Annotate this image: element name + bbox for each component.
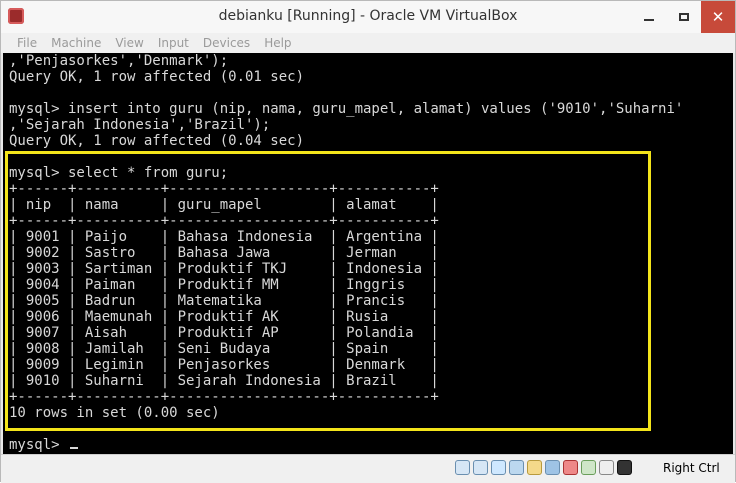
optical-icon[interactable] <box>473 460 488 475</box>
menu-help[interactable]: Help <box>264 36 291 50</box>
usb-icon[interactable] <box>509 460 524 475</box>
menu-bar: File Machine View Input Devices Help <box>1 33 735 53</box>
minimize-icon <box>644 19 654 21</box>
host-key-label: Right Ctrl <box>663 461 720 475</box>
menu-view[interactable]: View <box>115 36 143 50</box>
menu-machine[interactable]: Machine <box>51 36 101 50</box>
close-icon: ✕ <box>711 8 725 26</box>
virtualbox-window: debianku [Running] - Oracle VM VirtualBo… <box>0 0 736 483</box>
title-bar[interactable]: debianku [Running] - Oracle VM VirtualBo… <box>1 1 735 33</box>
maximize-button[interactable] <box>667 1 701 33</box>
status-bar: Right Ctrl <box>1 454 735 483</box>
query-result-highlight <box>5 151 651 431</box>
display-icon[interactable] <box>545 460 560 475</box>
menu-devices[interactable]: Devices <box>203 36 250 50</box>
terminal-prompt: mysql> <box>9 437 69 453</box>
terminal-line: mysql> insert into guru (nip, nama, guru… <box>9 101 684 117</box>
text-cursor <box>70 447 79 449</box>
down-arrow-icon[interactable] <box>617 460 632 475</box>
video-capture-icon[interactable] <box>563 460 578 475</box>
terminal-line: ,'Sejarah Indonesia','Brazil'); <box>9 117 271 133</box>
mouse-integration-icon[interactable] <box>599 460 614 475</box>
menu-input[interactable]: Input <box>158 36 189 50</box>
menu-file[interactable]: File <box>17 36 37 50</box>
terminal-line: Query OK, 1 row affected (0.01 sec) <box>9 69 305 85</box>
storage-icon[interactable] <box>455 460 470 475</box>
terminal-line: Query OK, 1 row affected (0.04 sec) <box>9 133 305 149</box>
terminal-prompt-line: mysql> <box>9 437 79 453</box>
vm-console[interactable]: ,'Penjasorkes','Denmark'); Query OK, 1 r… <box>3 53 733 454</box>
window-title: debianku [Running] - Oracle VM VirtualBo… <box>218 8 518 24</box>
minimize-button[interactable] <box>631 1 667 33</box>
network-icon[interactable] <box>491 460 506 475</box>
cpu-icon[interactable] <box>581 460 596 475</box>
maximize-icon <box>679 13 689 21</box>
shared-folder-icon[interactable] <box>527 460 542 475</box>
terminal-line: ,'Penjasorkes','Denmark'); <box>9 53 229 69</box>
close-button[interactable]: ✕ <box>701 1 735 33</box>
